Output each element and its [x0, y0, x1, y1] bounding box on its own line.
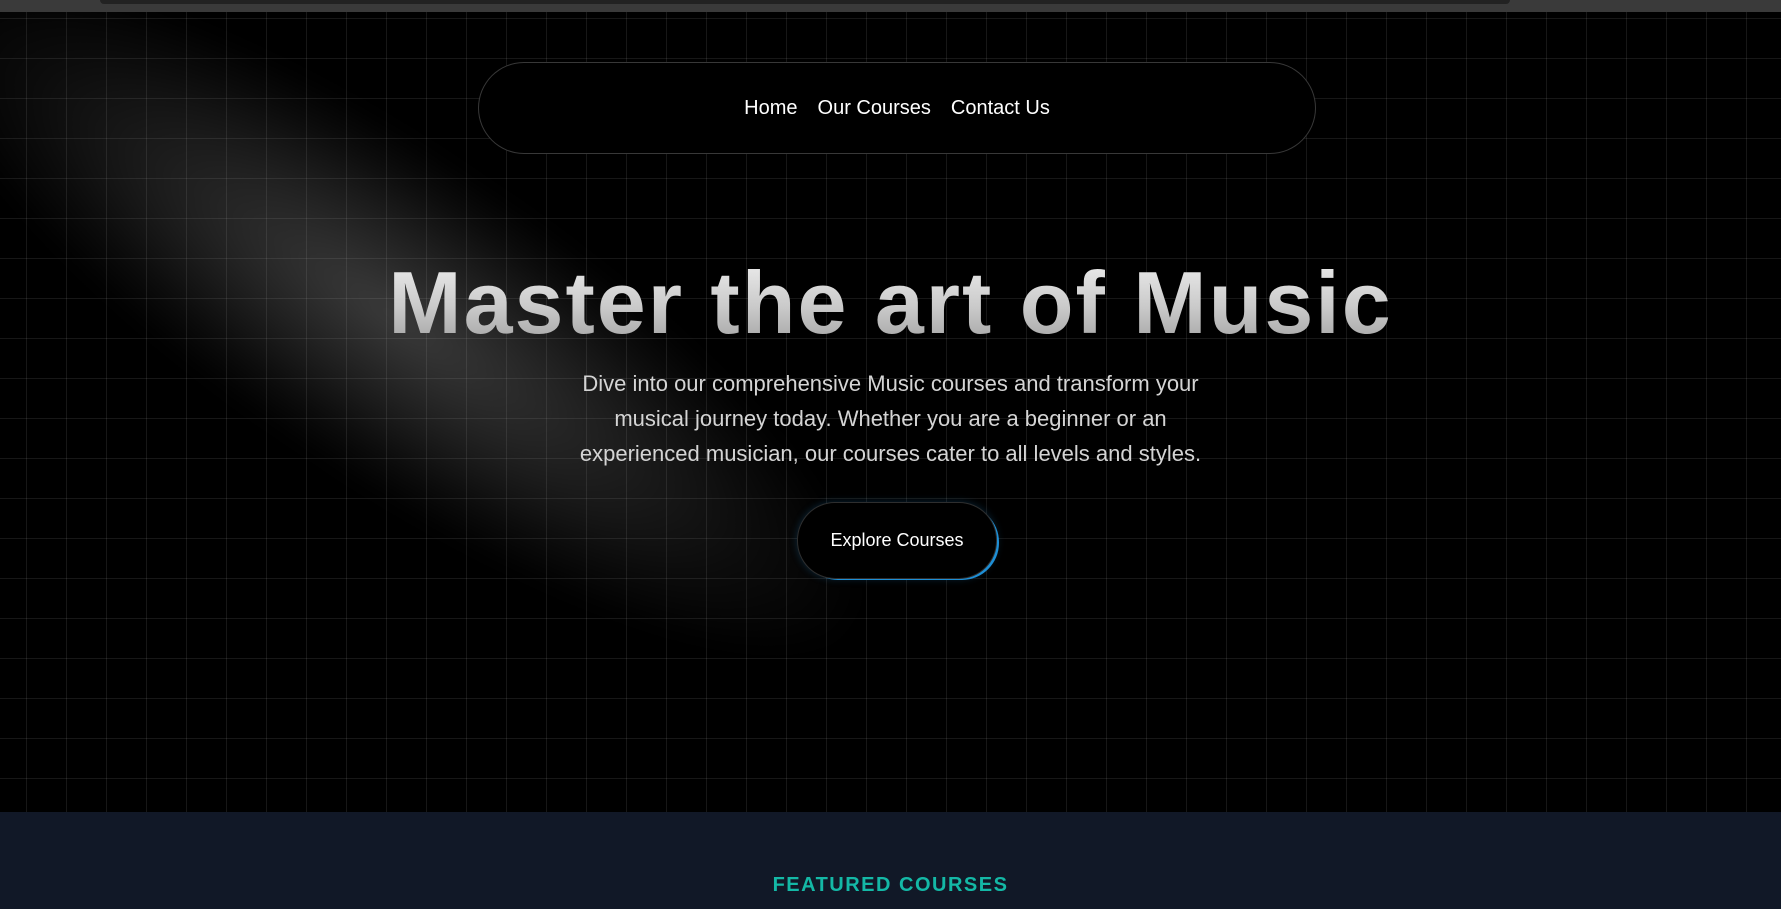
explore-courses-button[interactable]: Explore Courses: [797, 502, 997, 579]
browser-top-strip: [0, 0, 1781, 12]
browser-top-strip-inner: [100, 0, 1510, 4]
nav-link-home[interactable]: Home: [744, 97, 797, 120]
hero-description: Dive into our comprehensive Music course…: [579, 371, 1202, 466]
nav-link-our-courses[interactable]: Our Courses: [818, 97, 931, 120]
navbar: Home Our Courses Contact Us: [478, 62, 1316, 154]
featured-courses-section: FEATURED COURSES: [0, 812, 1781, 909]
hero-title: Master the art of Music: [0, 252, 1781, 354]
page: Home Our Courses Contact Us Master the a…: [0, 0, 1781, 909]
featured-courses-heading: FEATURED COURSES: [772, 874, 1009, 896]
hero-section: Home Our Courses Contact Us Master the a…: [0, 12, 1781, 812]
nav-link-contact-us[interactable]: Contact Us: [951, 97, 1050, 120]
